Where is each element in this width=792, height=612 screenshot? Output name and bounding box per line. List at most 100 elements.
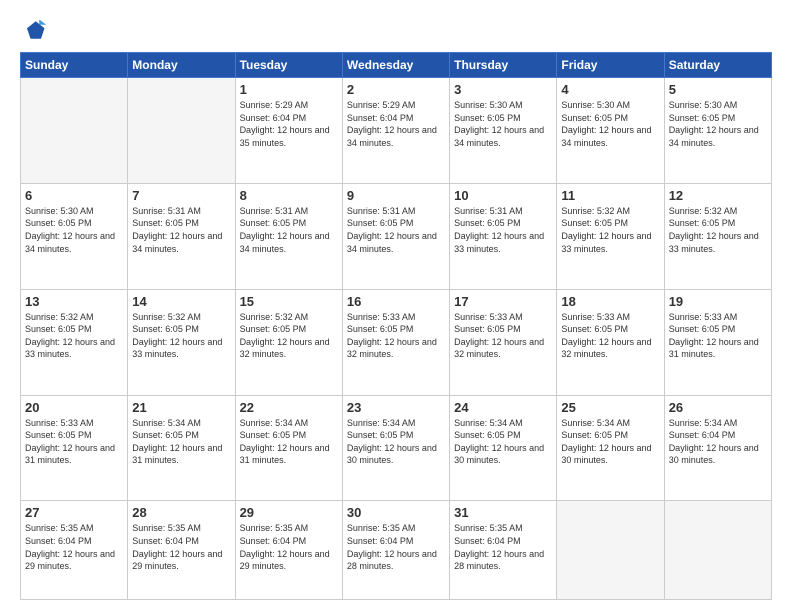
day-number: 29 xyxy=(240,505,338,520)
week-row-5: 27 Sunrise: 5:35 AMSunset: 6:04 PMDayligh… xyxy=(21,501,772,600)
header xyxy=(20,16,772,44)
logo xyxy=(20,16,52,44)
day-number: 13 xyxy=(25,294,123,309)
day-number: 31 xyxy=(454,505,552,520)
week-row-1: 1 Sunrise: 5:29 AMSunset: 6:04 PMDaylight… xyxy=(21,78,772,184)
day-info: Sunrise: 5:31 AMSunset: 6:05 PMDaylight:… xyxy=(132,205,230,255)
day-number: 2 xyxy=(347,82,445,97)
day-cell: 20Sunrise: 5:33 AMSunset: 6:05 PMDayligh… xyxy=(21,395,128,501)
day-cell: 13Sunrise: 5:32 AMSunset: 6:05 PMDayligh… xyxy=(21,289,128,395)
day-cell xyxy=(128,78,235,184)
day-cell: 15 Sunrise: 5:32 AMSunset: 6:05 PMDayligh… xyxy=(235,289,342,395)
day-cell: 29 Sunrise: 5:35 AMSunset: 6:04 PMDayligh… xyxy=(235,501,342,600)
day-number: 3 xyxy=(454,82,552,97)
day-number: 7 xyxy=(132,188,230,203)
day-cell: 5 Sunrise: 5:30 AMSunset: 6:05 PMDaylight… xyxy=(664,78,771,184)
day-info: Sunrise: 5:32 AMSunset: 6:05 PMDaylight:… xyxy=(240,311,338,361)
day-info: Sunrise: 5:32 AMSunset: 6:05 PMDaylight:… xyxy=(132,311,230,361)
day-info: Sunrise: 5:34 AMSunset: 6:05 PMDaylight:… xyxy=(561,417,659,467)
day-number: 30 xyxy=(347,505,445,520)
day-cell: 16 Sunrise: 5:33 AMSunset: 6:05 PMDayligh… xyxy=(342,289,449,395)
day-cell: 23 Sunrise: 5:34 AMSunset: 6:05 PMDayligh… xyxy=(342,395,449,501)
weekday-header-monday: Monday xyxy=(128,53,235,78)
day-number: 26 xyxy=(669,400,767,415)
day-cell: 1 Sunrise: 5:29 AMSunset: 6:04 PMDaylight… xyxy=(235,78,342,184)
day-number: 17 xyxy=(454,294,552,309)
day-info: Sunrise: 5:29 AMSunset: 6:04 PMDaylight:… xyxy=(347,99,445,149)
day-cell: 28 Sunrise: 5:35 AMSunset: 6:04 PMDayligh… xyxy=(128,501,235,600)
day-number: 20 xyxy=(25,400,123,415)
day-number: 25 xyxy=(561,400,659,415)
day-cell xyxy=(557,501,664,600)
day-cell: 31 Sunrise: 5:35 AMSunset: 6:04 PMDayligh… xyxy=(450,501,557,600)
weekday-header-thursday: Thursday xyxy=(450,53,557,78)
day-cell xyxy=(664,501,771,600)
day-number: 24 xyxy=(454,400,552,415)
day-info: Sunrise: 5:35 AMSunset: 6:04 PMDaylight:… xyxy=(25,522,123,572)
day-cell: 18 Sunrise: 5:33 AMSunset: 6:05 PMDayligh… xyxy=(557,289,664,395)
day-cell: 27 Sunrise: 5:35 AMSunset: 6:04 PMDayligh… xyxy=(21,501,128,600)
day-cell: 10 Sunrise: 5:31 AMSunset: 6:05 PMDayligh… xyxy=(450,183,557,289)
day-number: 23 xyxy=(347,400,445,415)
day-number: 27 xyxy=(25,505,123,520)
day-info: Sunrise: 5:31 AMSunset: 6:05 PMDaylight:… xyxy=(347,205,445,255)
day-number: 22 xyxy=(240,400,338,415)
day-number: 19 xyxy=(669,294,767,309)
day-cell: 8 Sunrise: 5:31 AMSunset: 6:05 PMDaylight… xyxy=(235,183,342,289)
weekday-header-row: SundayMondayTuesdayWednesdayThursdayFrid… xyxy=(21,53,772,78)
day-info: Sunrise: 5:34 AMSunset: 6:05 PMDaylight:… xyxy=(454,417,552,467)
day-info: Sunrise: 5:34 AMSunset: 6:05 PMDaylight:… xyxy=(347,417,445,467)
day-cell: 17 Sunrise: 5:33 AMSunset: 6:05 PMDayligh… xyxy=(450,289,557,395)
day-number: 28 xyxy=(132,505,230,520)
week-row-2: 6Sunrise: 5:30 AMSunset: 6:05 PMDaylight… xyxy=(21,183,772,289)
day-cell: 12Sunrise: 5:32 AMSunset: 6:05 PMDayligh… xyxy=(664,183,771,289)
day-number: 8 xyxy=(240,188,338,203)
day-number: 5 xyxy=(669,82,767,97)
weekday-header-sunday: Sunday xyxy=(21,53,128,78)
day-cell: 25 Sunrise: 5:34 AMSunset: 6:05 PMDayligh… xyxy=(557,395,664,501)
day-cell: 6Sunrise: 5:30 AMSunset: 6:05 PMDaylight… xyxy=(21,183,128,289)
day-number: 11 xyxy=(561,188,659,203)
day-info: Sunrise: 5:35 AMSunset: 6:04 PMDaylight:… xyxy=(347,522,445,572)
day-cell: 9Sunrise: 5:31 AMSunset: 6:05 PMDaylight… xyxy=(342,183,449,289)
day-cell: 24 Sunrise: 5:34 AMSunset: 6:05 PMDayligh… xyxy=(450,395,557,501)
day-info: Sunrise: 5:35 AMSunset: 6:04 PMDaylight:… xyxy=(132,522,230,572)
day-cell: 2 Sunrise: 5:29 AMSunset: 6:04 PMDaylight… xyxy=(342,78,449,184)
day-cell: 3 Sunrise: 5:30 AMSunset: 6:05 PMDaylight… xyxy=(450,78,557,184)
day-info: Sunrise: 5:34 AMSunset: 6:04 PMDaylight:… xyxy=(669,417,767,467)
day-info: Sunrise: 5:30 AMSunset: 6:05 PMDaylight:… xyxy=(561,99,659,149)
week-row-3: 13 Sunrise: 5:32 AMSunset: 6:05 PMDayligh… xyxy=(21,289,772,395)
day-info: Sunrise: 5:33 AMSunset: 6:05 PMDaylight:… xyxy=(347,311,445,361)
day-info: Sunrise: 5:31 AMSunset: 6:05 PMDaylight:… xyxy=(454,205,552,255)
calendar-table: SundayMondayTuesdayWednesdayThursdayFrid… xyxy=(20,52,772,600)
day-info: Sunrise: 5:35 AMSunset: 6:04 PMDaylight:… xyxy=(454,522,552,572)
day-number: 4 xyxy=(561,82,659,97)
day-cell: 22Sunrise: 5:34 AMSunset: 6:05 PMDayligh… xyxy=(235,395,342,501)
day-number: 14 xyxy=(132,294,230,309)
day-cell xyxy=(21,78,128,184)
day-number: 6 xyxy=(25,188,123,203)
day-cell: 7 Sunrise: 5:31 AMSunset: 6:05 PMDaylight… xyxy=(128,183,235,289)
day-number: 10 xyxy=(454,188,552,203)
day-info: Sunrise: 5:30 AMSunset: 6:05 PMDaylight:… xyxy=(669,99,767,149)
day-number: 12 xyxy=(669,188,767,203)
day-cell: 26 Sunrise: 5:34 AMSunset: 6:04 PMDayligh… xyxy=(664,395,771,501)
day-cell: 4 Sunrise: 5:30 AMSunset: 6:05 PMDaylight… xyxy=(557,78,664,184)
day-number: 15 xyxy=(240,294,338,309)
day-info: Sunrise: 5:29 AMSunset: 6:04 PMDaylight:… xyxy=(240,99,338,149)
day-info: Sunrise: 5:35 AMSunset: 6:04 PMDaylight:… xyxy=(240,522,338,572)
day-info: Sunrise: 5:31 AMSunset: 6:05 PMDaylight:… xyxy=(240,205,338,255)
weekday-header-friday: Friday xyxy=(557,53,664,78)
day-info: Sunrise: 5:30 AMSunset: 6:05 PMDaylight:… xyxy=(454,99,552,149)
weekday-header-wednesday: Wednesday xyxy=(342,53,449,78)
day-info: Sunrise: 5:34 AMSunset: 6:05 PMDaylight:… xyxy=(132,417,230,467)
day-cell: 30 Sunrise: 5:35 AMSunset: 6:04 PMDayligh… xyxy=(342,501,449,600)
day-info: Sunrise: 5:33 AMSunset: 6:05 PMDaylight:… xyxy=(561,311,659,361)
day-number: 16 xyxy=(347,294,445,309)
day-number: 1 xyxy=(240,82,338,97)
day-cell: 11Sunrise: 5:32 AMSunset: 6:05 PMDayligh… xyxy=(557,183,664,289)
day-cell: 19Sunrise: 5:33 AMSunset: 6:05 PMDayligh… xyxy=(664,289,771,395)
day-info: Sunrise: 5:33 AMSunset: 6:05 PMDaylight:… xyxy=(454,311,552,361)
day-number: 21 xyxy=(132,400,230,415)
day-number: 18 xyxy=(561,294,659,309)
